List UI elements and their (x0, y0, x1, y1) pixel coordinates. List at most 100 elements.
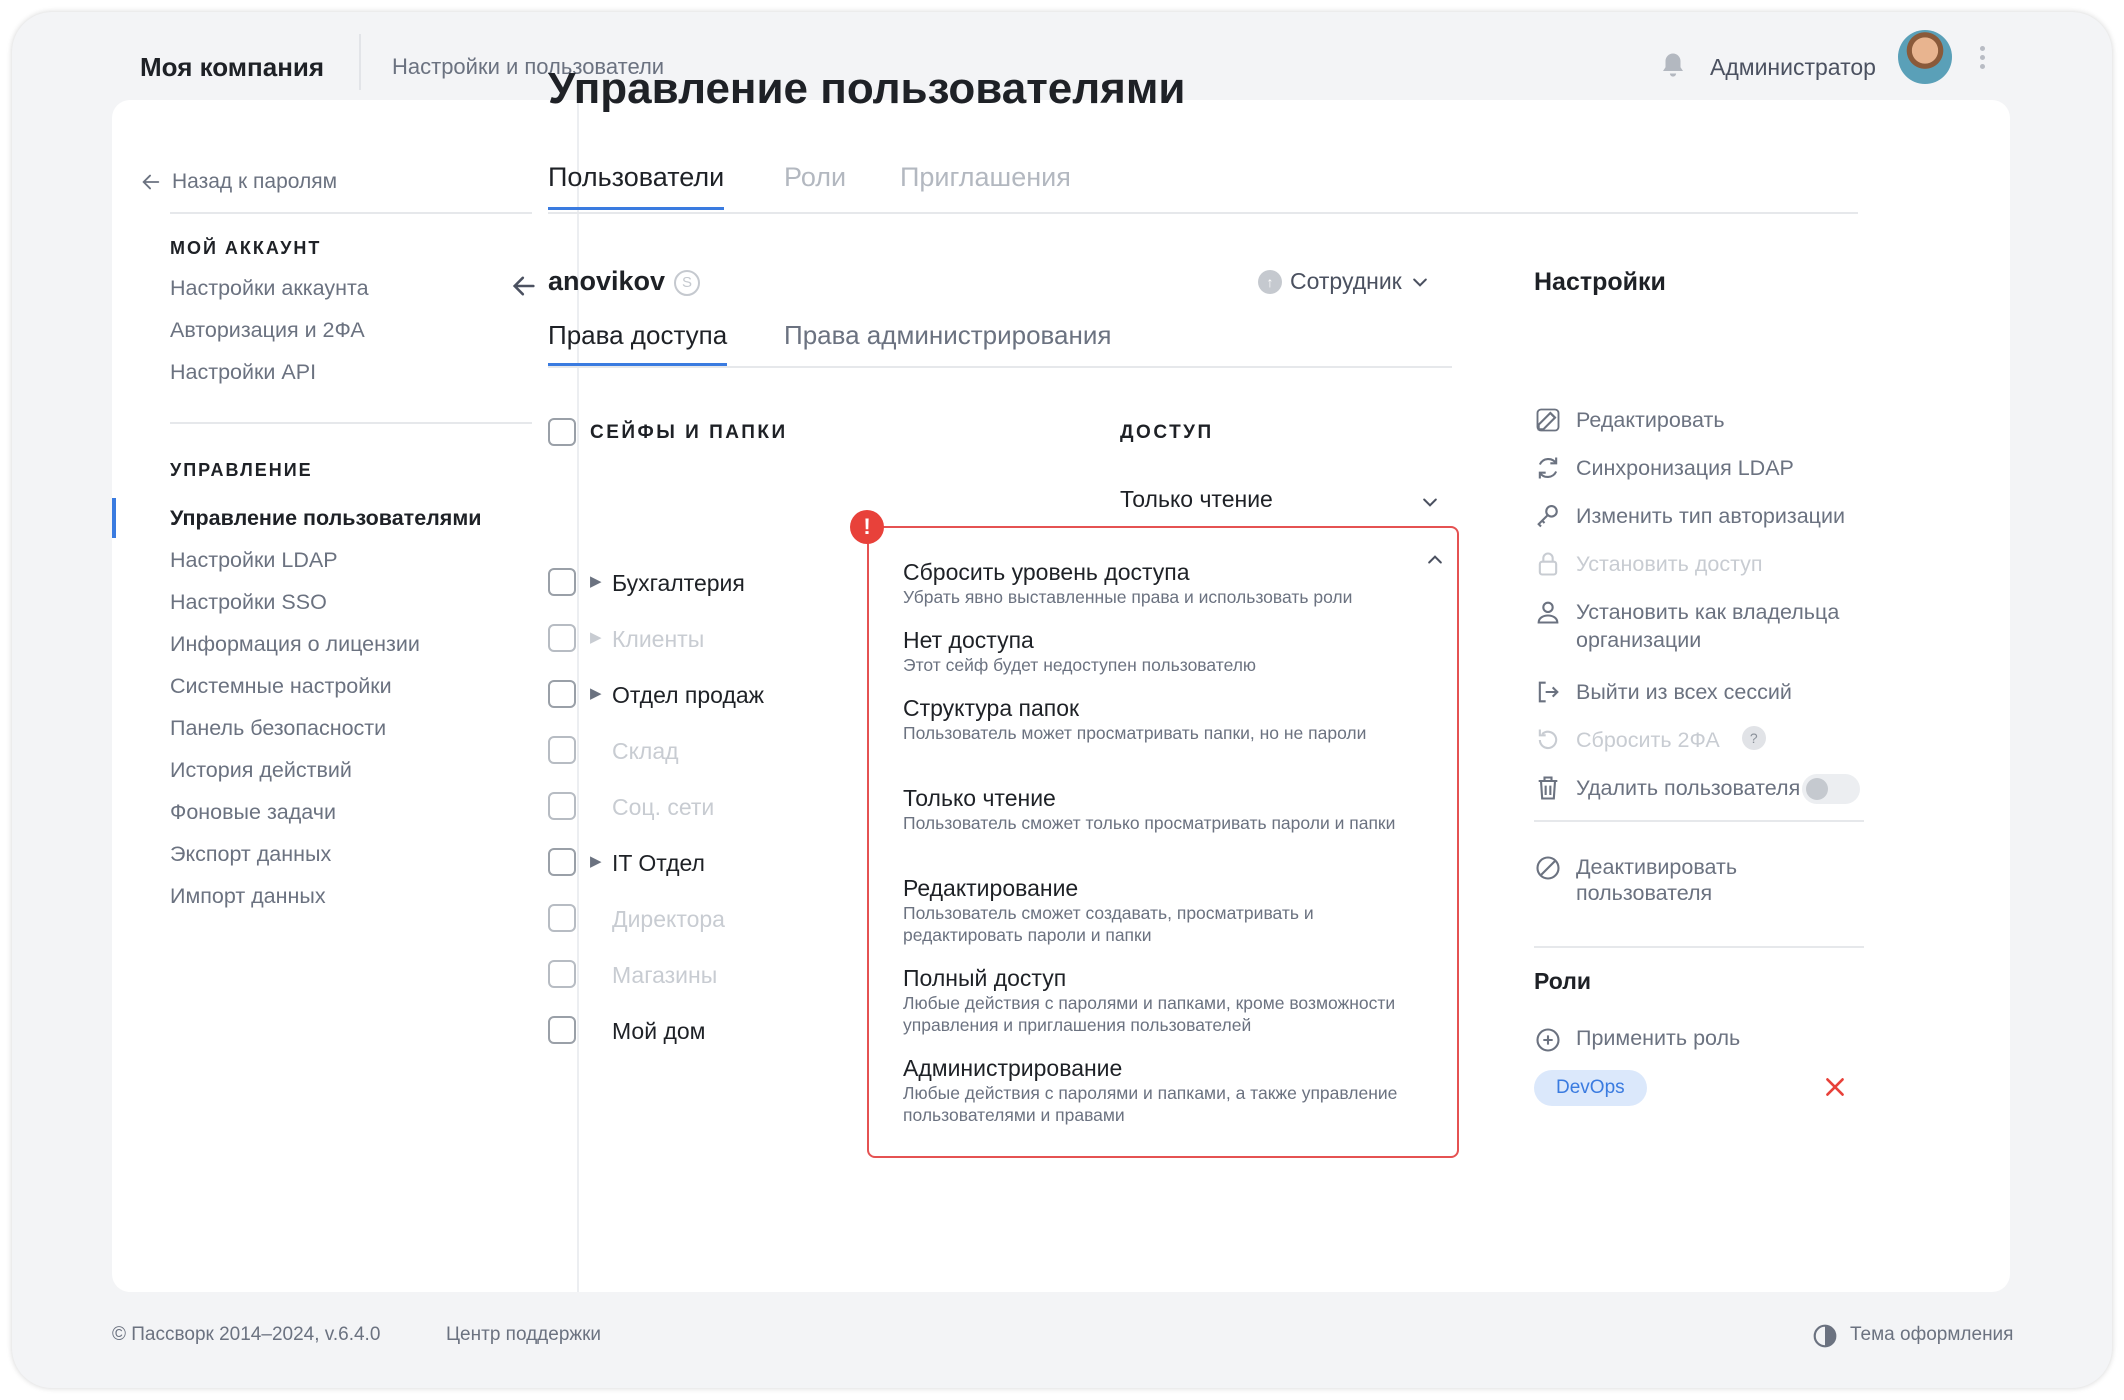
access-option[interactable]: Администрирование Любые действия с пароля… (903, 1054, 1423, 1126)
access-option-description: Этот сейф будет недоступен пользователю (903, 655, 1257, 675)
folder-row[interactable]: Мой дом (548, 1012, 868, 1052)
folder-checkbox[interactable] (548, 736, 576, 764)
access-option[interactable]: Структура папок Пользователь может просма… (903, 694, 1423, 744)
folder-name: Бухгалтерия (612, 570, 745, 596)
sidebar-item-account-settings[interactable]: Настройки аккаунта (170, 276, 369, 301)
action-key[interactable]: Изменить тип авторизации (1534, 502, 1864, 530)
tab-access-rights[interactable]: Права доступа (548, 320, 728, 366)
action-label: Сбросить 2ФА (1576, 728, 1720, 752)
action-user[interactable]: Установить как владельца организации (1534, 598, 1864, 654)
access-option-title: Сбросить уровень доступа (903, 559, 1190, 585)
folder-row[interactable]: Магазины (548, 956, 868, 996)
sync-icon (1538, 457, 1558, 479)
access-option[interactable]: Редактирование Пользователь сможет создав… (903, 874, 1423, 946)
sidebar-item-data-export[interactable]: Экспорт данных (170, 842, 331, 867)
back-to-passwords-link[interactable]: Назад к паролям (140, 170, 337, 194)
chevron-up-icon[interactable] (1425, 550, 1445, 570)
expand-caret-icon[interactable]: ▶ (590, 852, 602, 870)
tab-roles[interactable]: Роли (784, 162, 846, 207)
access-option[interactable]: Сбросить уровень доступа Убрать явно выст… (903, 558, 1423, 608)
sidebar-item-background-tasks[interactable]: Фоновые задачи (170, 800, 336, 825)
apply-role-label: Применить роль (1576, 1026, 1741, 1050)
folder-row[interactable]: Соц. сети (548, 788, 868, 828)
avatar[interactable] (1898, 30, 1952, 84)
help-icon[interactable]: ? (1741, 726, 1766, 750)
sidebar-item-security-dashboard[interactable]: Панель безопасности (170, 716, 386, 741)
current-user-name[interactable]: Администратор (1710, 54, 1876, 81)
tab-invitations[interactable]: Приглашения (900, 162, 1071, 207)
folder-checkbox[interactable] (548, 680, 576, 708)
sidebar-item-ldap[interactable]: Настройки LDAP (170, 548, 338, 573)
select-all-checkbox[interactable] (548, 418, 576, 446)
bell-icon[interactable] (1658, 50, 1688, 82)
folder-checkbox[interactable] (548, 792, 576, 820)
access-level-dropdown: Сбросить уровень доступа Убрать явно выст… (867, 526, 1459, 1158)
deactivate-user-toggle[interactable] (1802, 774, 1860, 804)
logout-icon (1538, 681, 1559, 703)
folder-name: IT Отдел (612, 850, 705, 876)
action-logout[interactable]: Выйти из всех сессий (1534, 678, 1864, 706)
action-sync[interactable]: Синхронизация LDAP (1534, 454, 1864, 482)
sidebar-item-license[interactable]: Информация о лицензии (170, 632, 420, 657)
settings-panel-title: Настройки (1534, 268, 1666, 296)
expand-caret-icon[interactable]: ▶ (590, 572, 602, 590)
theme-toggle-link[interactable]: Тема оформления (1850, 1324, 2013, 1346)
chevron-down-icon[interactable] (1420, 492, 1440, 512)
folder-name: Склад (612, 738, 679, 764)
close-icon[interactable] (1822, 1074, 1848, 1100)
sidebar-item-user-management[interactable]: Управление пользователями (170, 506, 481, 531)
folder-checkbox[interactable] (548, 1016, 576, 1044)
expand-caret-icon[interactable]: ▶ (590, 684, 602, 702)
access-option-description: Любые действия с паролями и папками, а т… (903, 1083, 1398, 1125)
edit-icon (1536, 408, 1560, 432)
sidebar-item-activity-log[interactable]: История действий (170, 758, 352, 783)
access-option-description: Любые действия с паролями и папками, кро… (903, 993, 1396, 1035)
folder-checkbox[interactable] (548, 960, 576, 988)
back-link-label: Назад к паролям (172, 170, 338, 193)
tab-users[interactable]: Пользователи (548, 162, 725, 210)
sidebar-item-system-settings[interactable]: Системные настройки (170, 674, 392, 699)
role-chip[interactable]: DevOps (1534, 1070, 1647, 1106)
user-icon (1537, 601, 1559, 624)
access-option[interactable]: Нет доступа Этот сейф будет недоступен по… (903, 626, 1423, 676)
folder-checkbox[interactable] (548, 848, 576, 876)
action-edit[interactable]: Редактировать (1534, 406, 1864, 434)
sidebar-item-api-settings[interactable]: Настройки API (170, 360, 316, 385)
folder-name: Отдел продаж (612, 682, 765, 708)
folder-name: Соц. сети (612, 794, 715, 820)
action-reset: Сбросить 2ФА? (1534, 726, 1864, 754)
expand-caret-icon[interactable]: ▶ (590, 628, 602, 646)
sidebar-item-data-import[interactable]: Импорт данных (170, 884, 326, 909)
access-option-title: Только чтение (903, 785, 1056, 811)
folder-row[interactable]: ▶ Отдел продаж (548, 676, 868, 716)
action-label: Синхронизация LDAP (1576, 456, 1794, 480)
more-menu-icon[interactable] (1972, 42, 1992, 78)
access-option[interactable]: Только чтение Пользователь сможет только … (903, 784, 1423, 834)
sidebar-item-sso[interactable]: Настройки SSO (170, 590, 327, 615)
folder-checkbox[interactable] (548, 904, 576, 932)
action-label: Удалить пользователя (1576, 776, 1801, 800)
sidebar-item-auth-2fa[interactable]: Авторизация и 2ФА (170, 318, 365, 343)
action-label: Редактировать (1576, 408, 1725, 432)
block-icon (1536, 856, 1560, 880)
back-arrow-icon[interactable] (510, 272, 538, 300)
apply-role-button[interactable]: Применить роль (1534, 1026, 1864, 1054)
user-role-select[interactable]: ↑ Сотрудник (1258, 268, 1430, 295)
folder-name: Клиенты (612, 626, 705, 652)
folder-checkbox[interactable] (548, 568, 576, 596)
roles-section-title: Роли (1534, 968, 1591, 994)
company-brand[interactable]: Моя компания (140, 52, 324, 83)
reset-icon (1538, 729, 1558, 750)
support-center-link[interactable]: Центр поддержки (446, 1324, 601, 1346)
folder-row[interactable]: Склад (548, 732, 868, 772)
folder-checkbox[interactable] (548, 624, 576, 652)
folder-row[interactable]: Директора (548, 900, 868, 940)
access-level-select[interactable]: Только чтение (1120, 486, 1273, 513)
tab-admin-rights[interactable]: Права администрирования (784, 320, 1111, 363)
contrast-icon[interactable] (1812, 1323, 1838, 1349)
access-option[interactable]: Полный доступ Любые действия с паролями и… (903, 964, 1423, 1036)
folder-row[interactable]: ▶ Клиенты (548, 620, 868, 660)
footer-copyright: © Пассворк 2014–2024, v.6.4.0 (112, 1324, 381, 1345)
folder-row[interactable]: ▶ IT Отдел (548, 844, 868, 884)
folder-row[interactable]: ▶ Бухгалтерия (548, 564, 868, 604)
